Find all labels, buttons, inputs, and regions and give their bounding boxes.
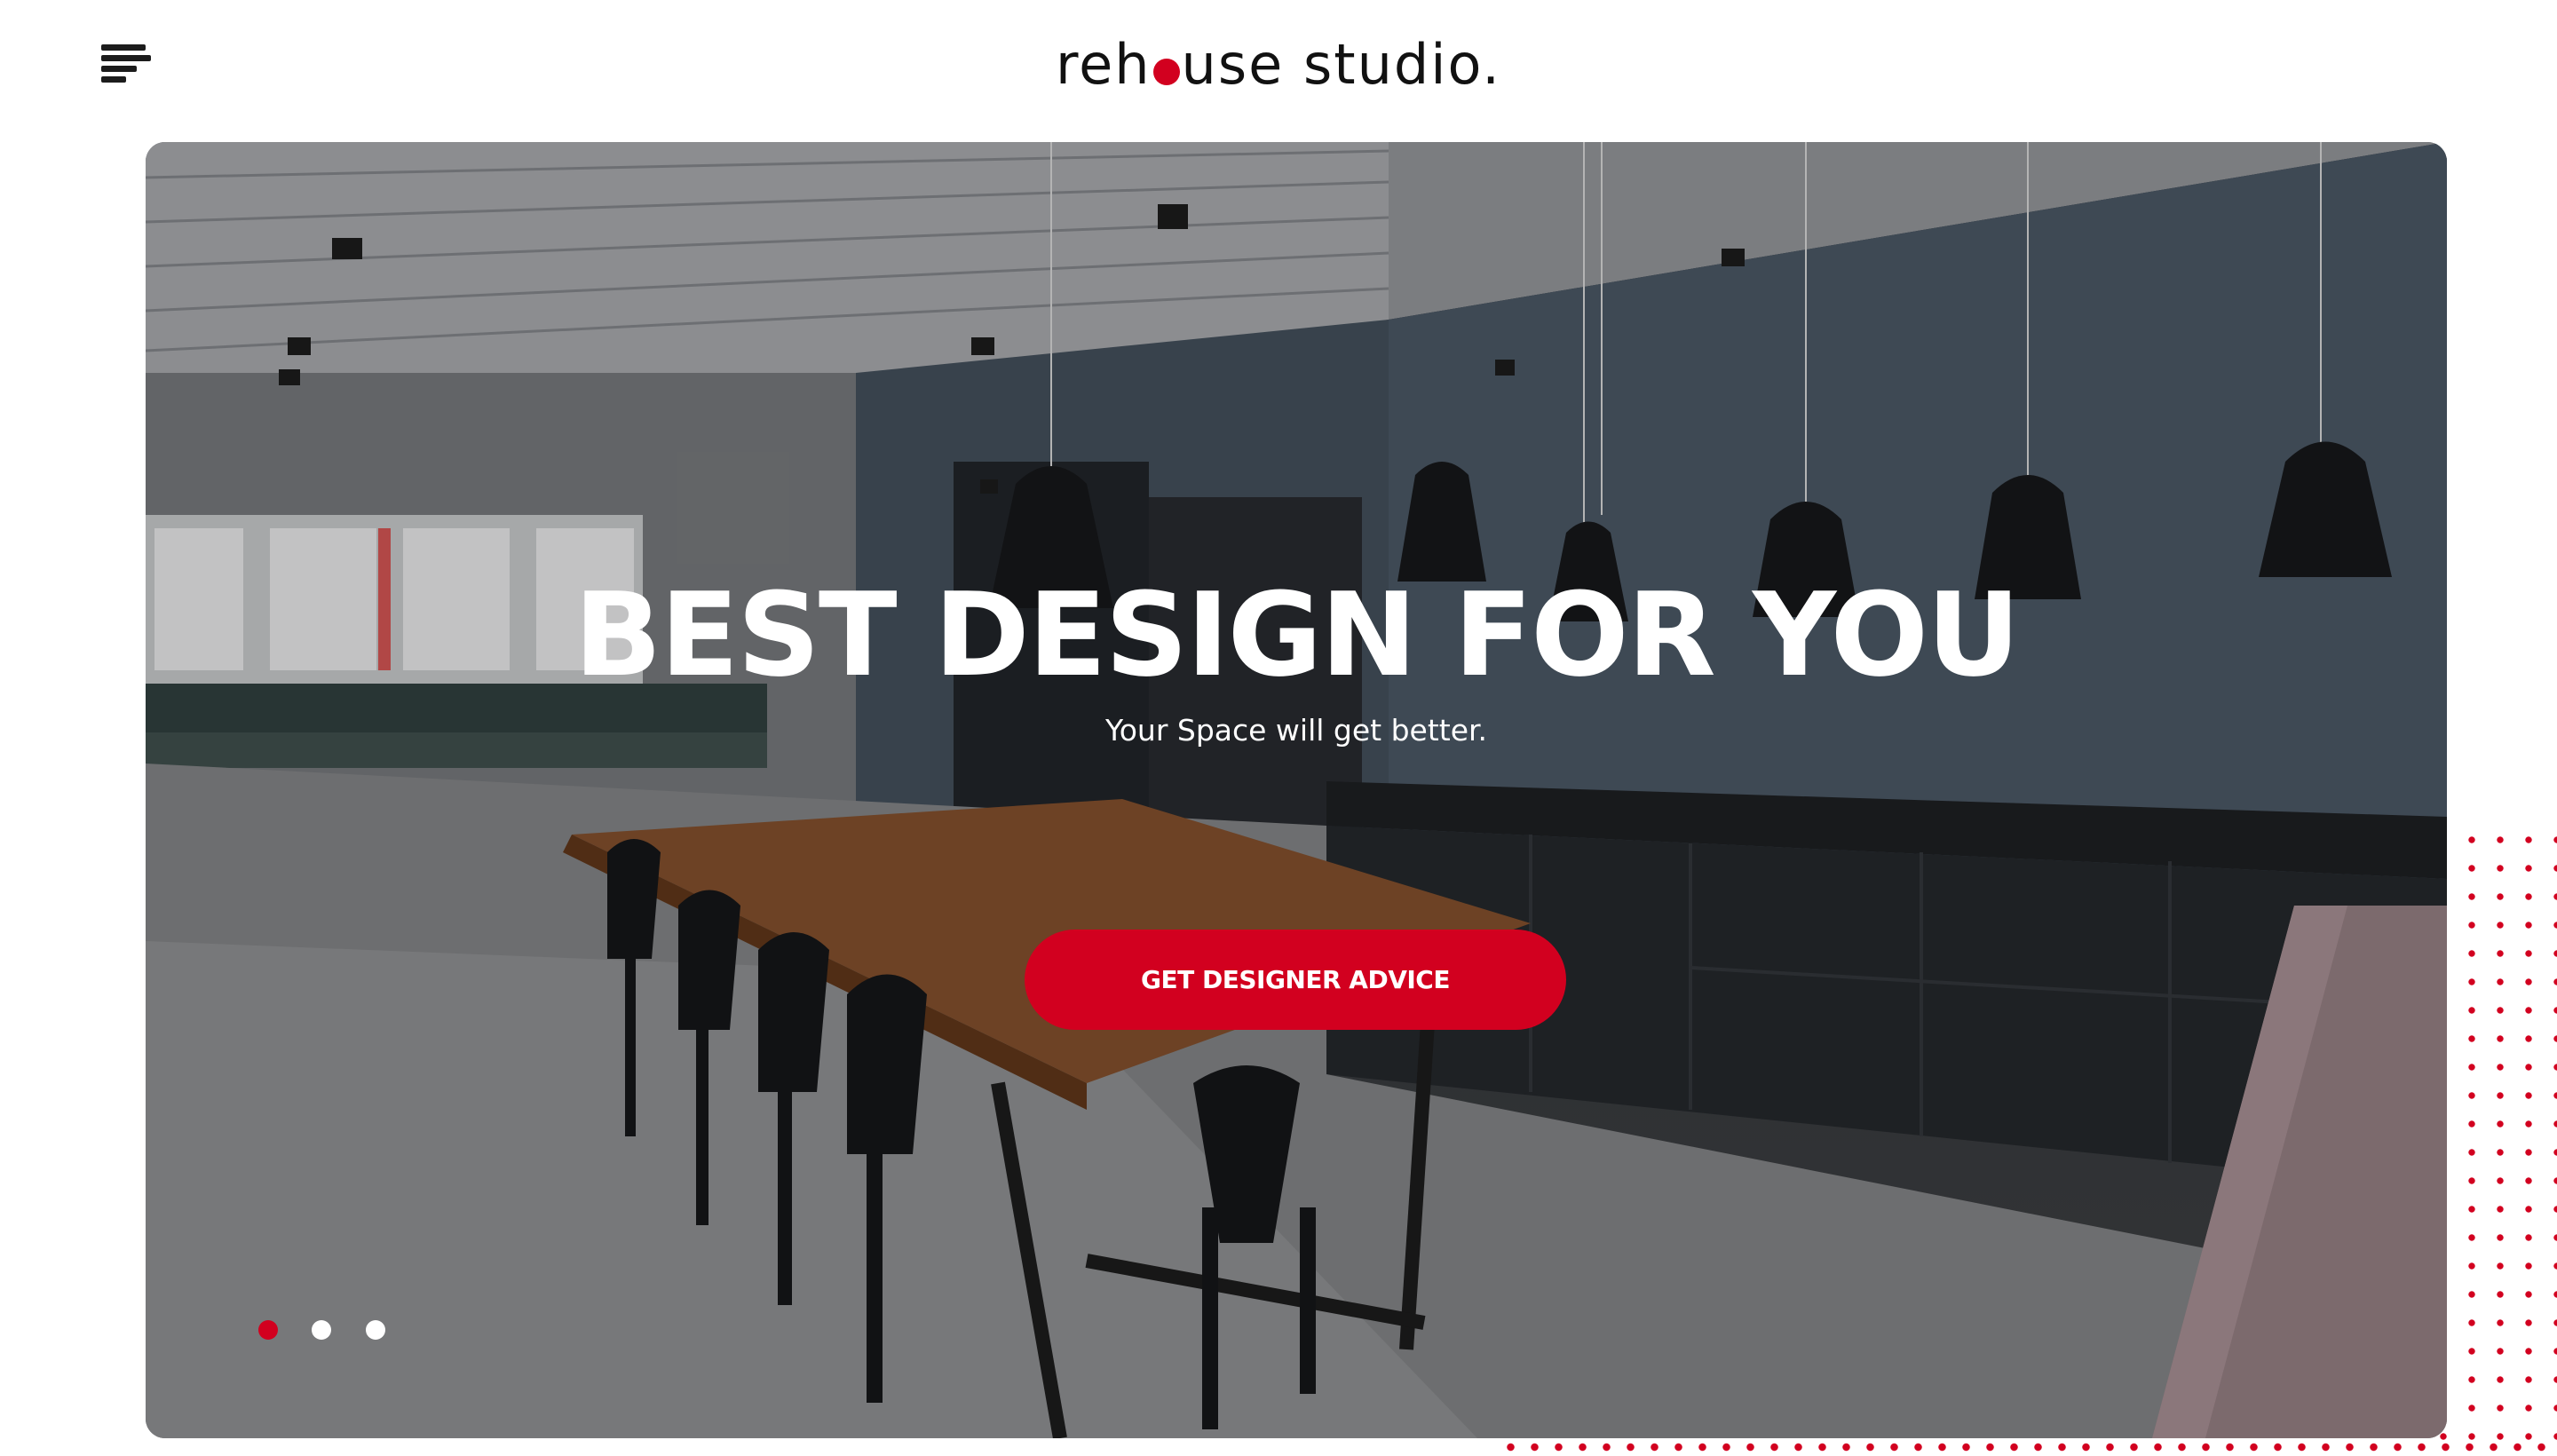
hero-subline: Your Space will get better. [1104, 713, 1488, 748]
slide-dot-2[interactable] [312, 1320, 331, 1340]
logo-text-end: use studio. [1181, 32, 1502, 97]
logo[interactable]: reh use studio. [0, 25, 2557, 105]
dot-pattern-right [2429, 826, 2557, 1456]
site-header: reh use studio. [0, 0, 2557, 133]
logo-text-start: reh [1055, 32, 1152, 97]
slide-dot-1[interactable] [258, 1320, 278, 1340]
hero-headline: BEST DESIGN FOR YOU [574, 567, 2020, 702]
hero-slider: BEST DESIGN FOR YOU Your Space will get … [146, 142, 2447, 1438]
slide-dot-3[interactable] [366, 1320, 385, 1340]
dot-pattern-bottom [1499, 1438, 2555, 1456]
hero-image-overlay [146, 142, 2447, 1438]
logo-dot-icon [1152, 59, 1180, 85]
get-designer-advice-button[interactable]: GET DESIGNER ADVICE [1025, 930, 1566, 1030]
